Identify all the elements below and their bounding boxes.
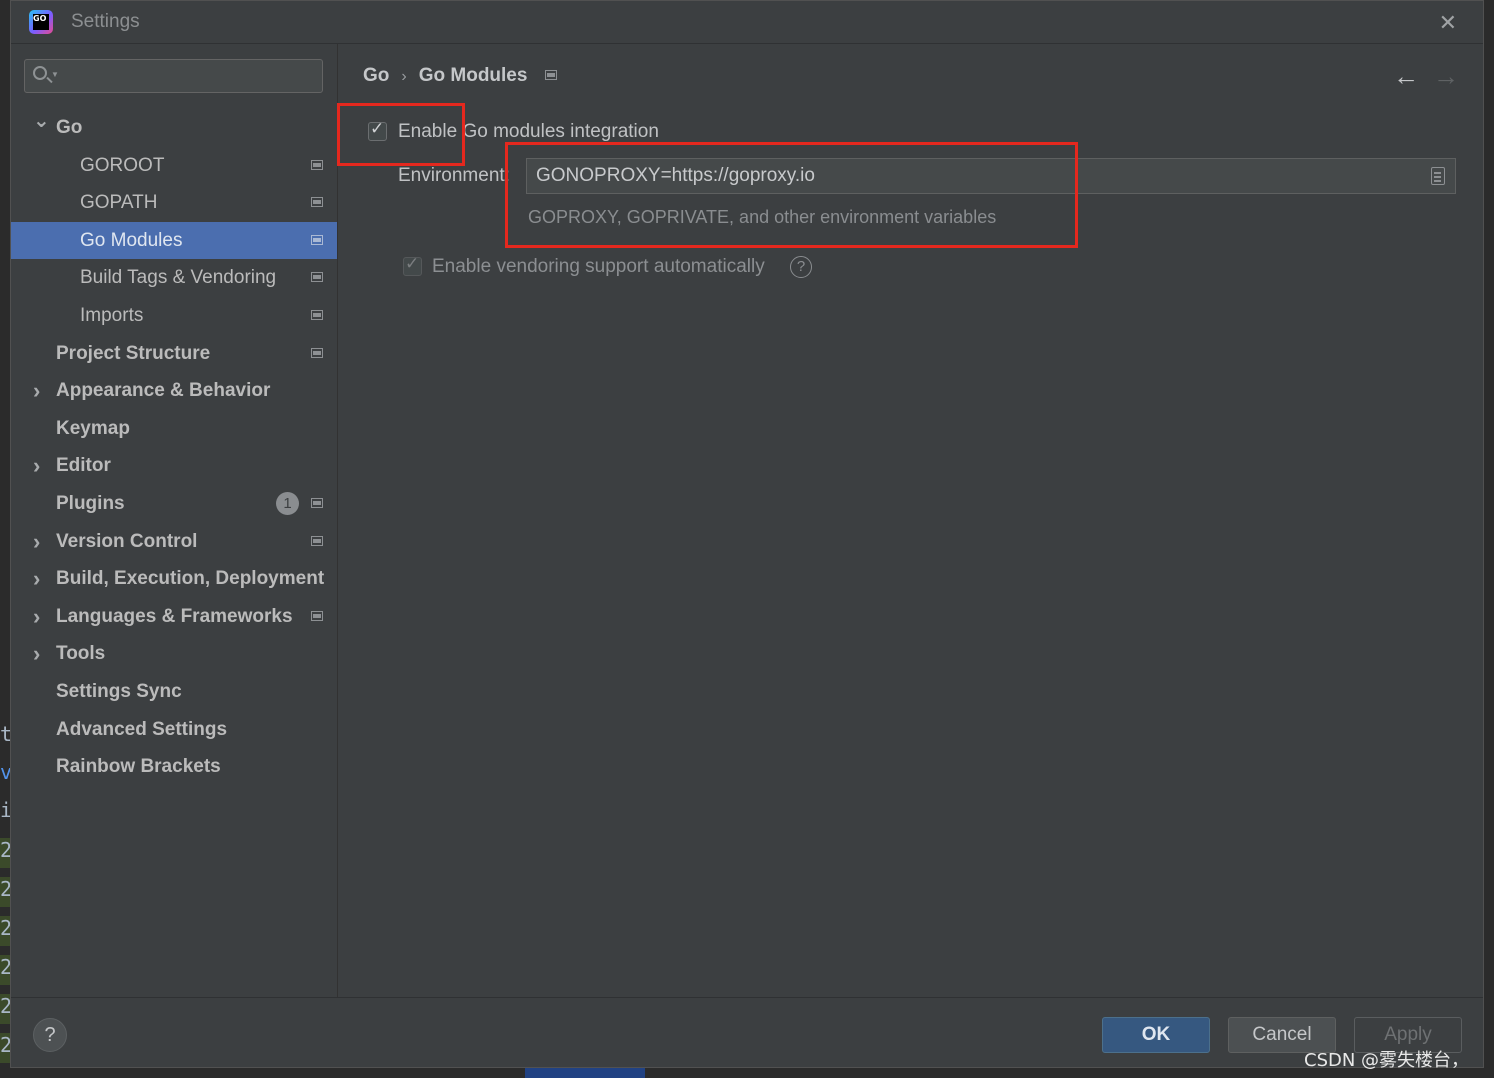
vendoring-checkbox[interactable]: ✓ xyxy=(403,254,422,276)
sidebar-item-label: Rainbow Brackets xyxy=(56,756,221,778)
project-level-icon xyxy=(311,234,323,245)
sidebar-item-label: Plugins xyxy=(56,493,125,514)
sidebar-item-label: Appearance & Behavior xyxy=(56,380,271,402)
sidebar-item-label: Project Structure xyxy=(56,342,211,364)
close-icon[interactable]: ✕ xyxy=(1439,10,1457,36)
sidebar-item-label: Advanced Settings xyxy=(56,718,228,740)
background-editor-right xyxy=(1484,0,1494,1078)
sidebar-item-tools[interactable]: › Tools xyxy=(11,635,337,672)
annotation-box-checkbox xyxy=(337,103,465,166)
project-level-icon xyxy=(311,197,323,208)
breadcrumb: Go › Go Modules xyxy=(363,65,558,87)
sidebar-item-label: GOROOT xyxy=(80,154,165,176)
search-icon xyxy=(33,66,47,80)
project-level-icon xyxy=(545,70,558,80)
environment-label: Environment: xyxy=(398,165,510,186)
sidebar-item-label: Editor xyxy=(56,455,111,477)
search-history-dropdown-icon[interactable]: ▼ xyxy=(51,70,59,79)
sidebar-item-plugins[interactable]: Plugins 1 xyxy=(11,485,337,522)
project-level-icon xyxy=(311,610,323,621)
annotation-box-environment xyxy=(505,142,1078,248)
footer-divider xyxy=(11,997,1483,998)
logo-text: GO xyxy=(33,14,49,30)
sidebar-item-label: Imports xyxy=(80,305,144,326)
background-editor-gutter: tvi222222 xyxy=(0,0,12,1078)
settings-dialog: GO Settings ✕ ▼ ⌄ Go GOROOT GOPATH Go Module… xyxy=(10,0,1484,1068)
search-input[interactable] xyxy=(65,62,319,92)
sidebar-item-label: Tools xyxy=(56,643,106,665)
title-bar: GO Settings ✕ xyxy=(11,1,1483,44)
update-count-badge: 1 xyxy=(276,492,299,515)
sidebar-item-settings-sync[interactable]: Settings Sync xyxy=(11,673,337,710)
sidebar-item-advanced-settings[interactable]: Advanced Settings xyxy=(11,711,337,748)
background-selection xyxy=(525,1068,645,1078)
sidebar-item-label: Build, Execution, Deployment xyxy=(56,568,325,590)
sidebar-item-rainbow-brackets[interactable]: Rainbow Brackets xyxy=(11,748,337,785)
project-level-icon xyxy=(311,310,323,320)
sidebar-item-build-tags-vendoring[interactable]: Build Tags & Vendoring xyxy=(11,259,337,296)
project-level-icon xyxy=(311,272,323,283)
watermark: CSDN @雾失楼台， xyxy=(1304,1050,1470,1071)
sidebar-item-go-modules[interactable]: Go Modules xyxy=(11,221,337,259)
background-status-strip xyxy=(0,1068,1494,1078)
breadcrumb-parent[interactable]: Go xyxy=(363,65,389,86)
chevron-right-icon[interactable]: › xyxy=(33,560,40,597)
chevron-down-icon[interactable]: ⌄ xyxy=(33,103,50,140)
sidebar-item-label: Languages & Frameworks xyxy=(56,605,293,627)
project-level-icon xyxy=(311,535,323,546)
project-level-icon xyxy=(311,159,323,170)
sidebar-item-label: Build Tags & Vendoring xyxy=(80,267,277,289)
settings-sidebar: ▼ ⌄ Go GOROOT GOPATH Go Modules Build Tags & … xyxy=(11,44,338,997)
chevron-right-icon[interactable]: › xyxy=(33,447,40,484)
sidebar-item-imports[interactable]: Imports xyxy=(11,297,337,334)
sidebar-item-version-control[interactable]: › Version Control xyxy=(11,523,337,560)
sidebar-item-label: Go xyxy=(56,117,83,138)
chevron-right-icon[interactable]: › xyxy=(33,635,40,672)
sidebar-item-label: Settings Sync xyxy=(56,681,182,702)
sidebar-item-project-structure[interactable]: Project Structure xyxy=(11,335,337,372)
window-title: Settings xyxy=(71,11,140,32)
chevron-right-icon[interactable]: › xyxy=(33,523,40,560)
ok-button[interactable]: OK xyxy=(1102,1017,1210,1053)
checkmark-icon: ✓ xyxy=(405,254,420,273)
sidebar-item-languages-frameworks[interactable]: › Languages & Frameworks xyxy=(11,598,337,635)
sidebar-item-goroot[interactable]: GOROOT xyxy=(11,147,337,184)
settings-search[interactable]: ▼ xyxy=(24,59,323,93)
sidebar-item-label: Go Modules xyxy=(80,229,183,251)
forward-arrow-icon[interactable]: → xyxy=(1433,61,1459,92)
sidebar-item-editor[interactable]: › Editor xyxy=(11,447,337,484)
project-level-icon xyxy=(311,347,323,358)
sidebar-item-appearance-behavior[interactable]: › Appearance & Behavior xyxy=(11,372,337,409)
edit-environment-icon[interactable] xyxy=(1431,167,1445,185)
sidebar-item-go[interactable]: ⌄ Go xyxy=(11,109,337,146)
sidebar-item-label: Keymap xyxy=(56,417,130,439)
sidebar-item-keymap[interactable]: Keymap xyxy=(11,410,337,447)
sidebar-item-label: GOPATH xyxy=(80,192,158,214)
breadcrumb-separator: › xyxy=(401,68,407,85)
help-question-icon[interactable]: ? xyxy=(790,256,812,278)
breadcrumb-current: Go Modules xyxy=(418,65,528,86)
chevron-right-icon[interactable]: › xyxy=(33,372,40,409)
sidebar-item-build-execution-deployment[interactable]: › Build, Execution, Deployment xyxy=(11,560,337,597)
back-arrow-icon[interactable]: ← xyxy=(1393,61,1419,92)
sidebar-item-gopath[interactable]: GOPATH xyxy=(11,184,337,221)
goland-logo-icon: GO xyxy=(29,10,53,34)
help-button[interactable]: ? xyxy=(33,1018,67,1052)
vendoring-label[interactable]: Enable vendoring support automatically xyxy=(432,256,765,278)
project-level-icon xyxy=(311,498,323,508)
sidebar-item-label: Version Control xyxy=(56,530,198,552)
chevron-right-icon[interactable]: › xyxy=(33,598,40,635)
